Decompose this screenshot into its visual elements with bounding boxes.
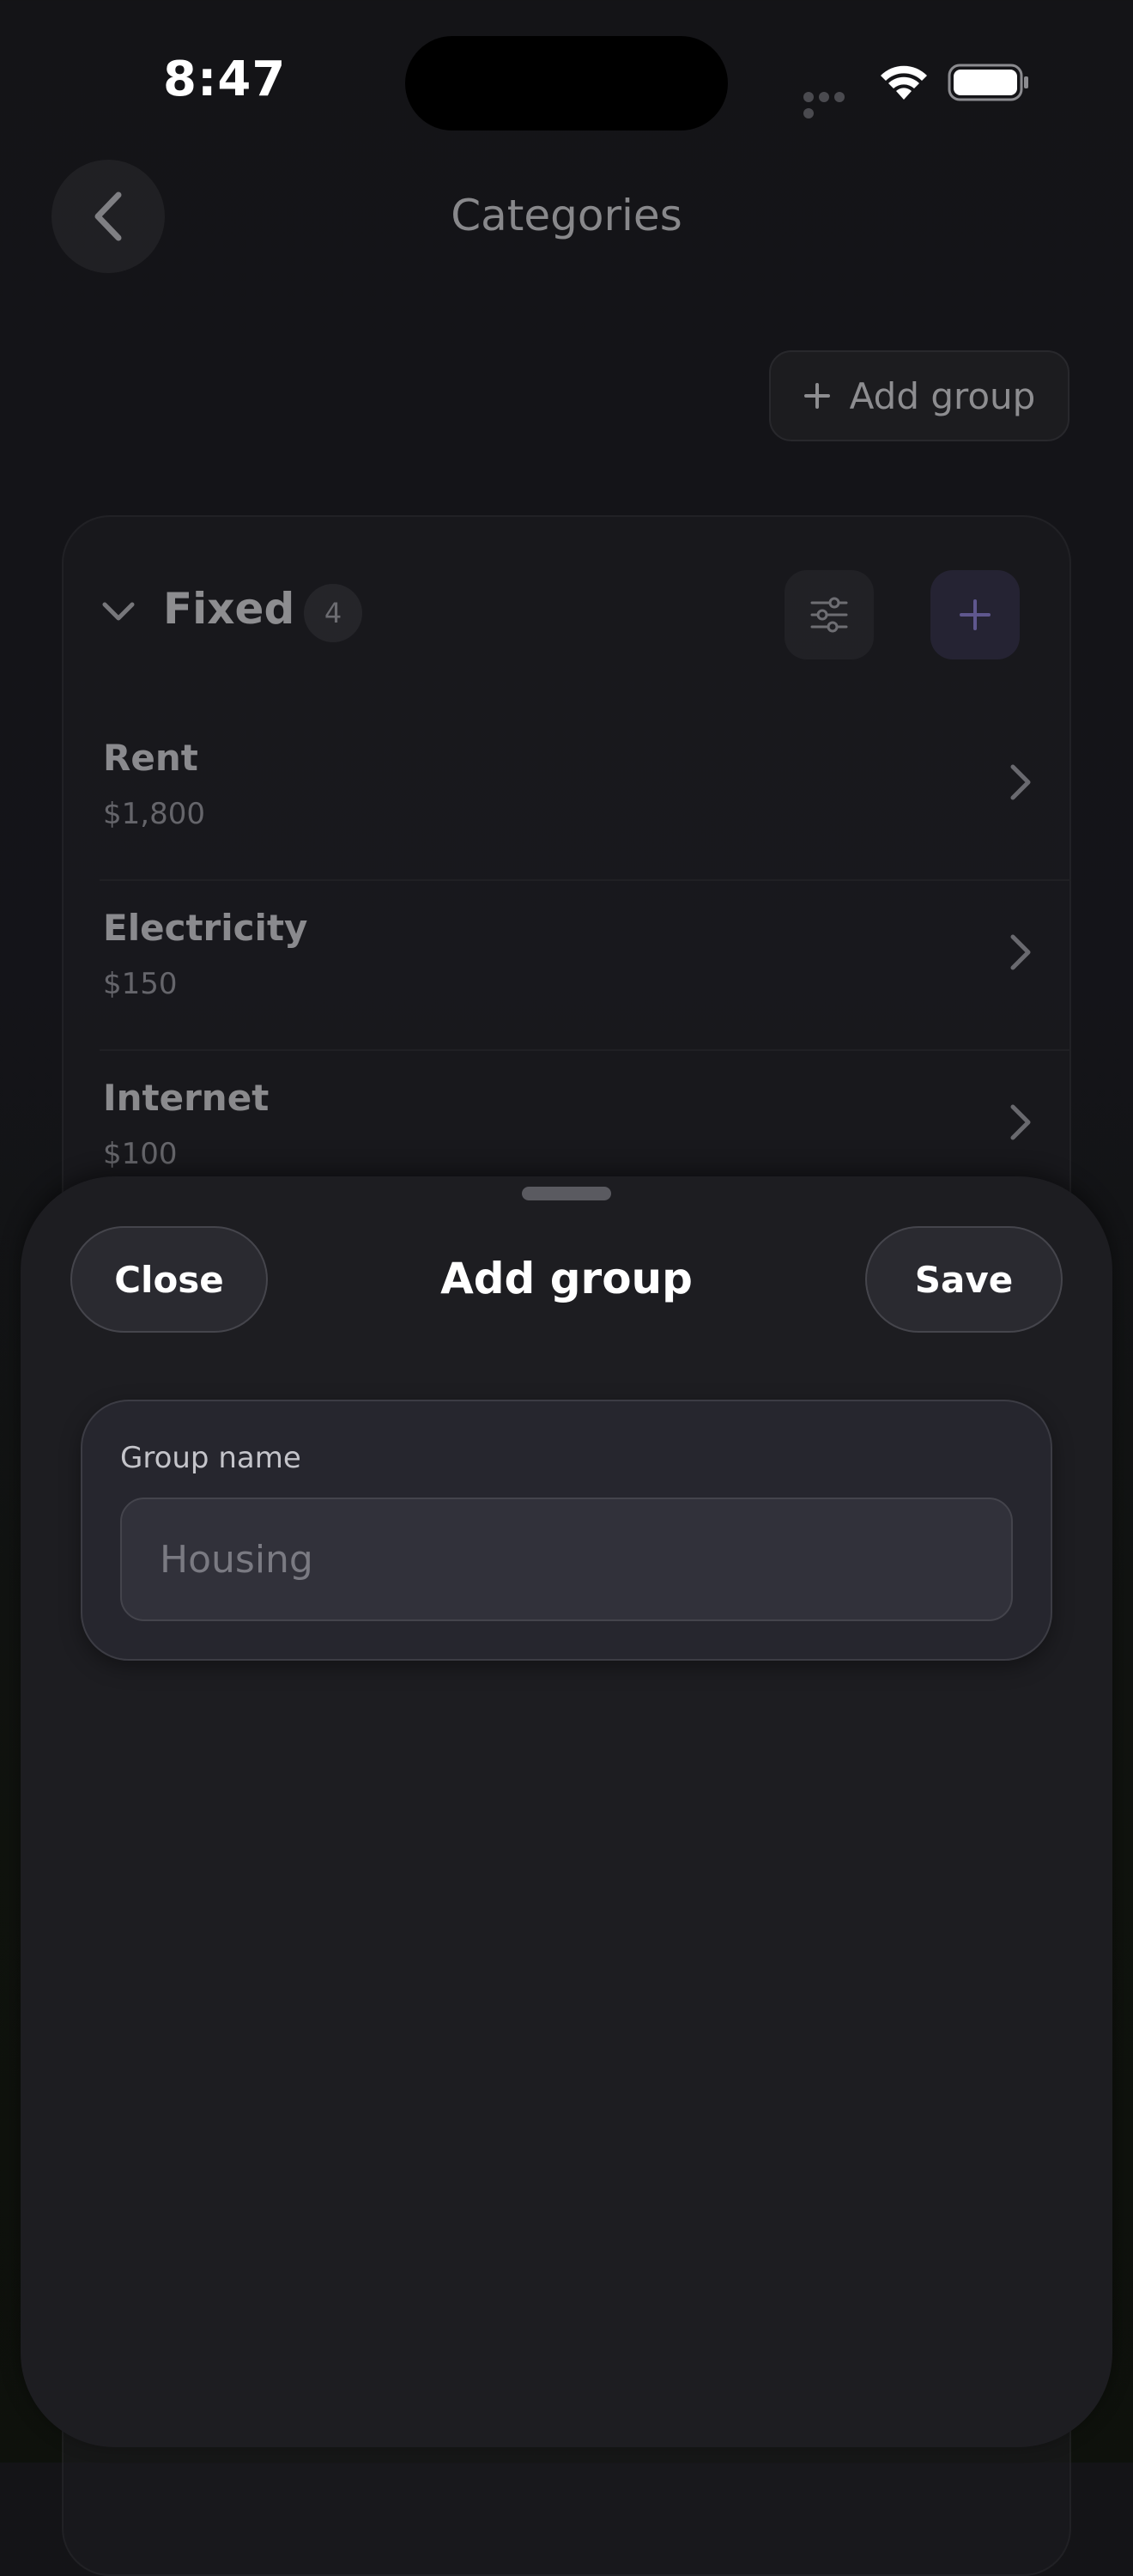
plus-icon <box>803 383 830 409</box>
group-name-label: Group name <box>120 1441 301 1475</box>
chevron-right-icon <box>1010 934 1031 970</box>
add-group-label: Add group <box>849 374 1036 417</box>
group-name-input[interactable] <box>120 1498 1013 1621</box>
category-name: Rent <box>103 737 198 779</box>
category-amount: $100 <box>103 1137 178 1171</box>
category-name: Electricity <box>103 907 308 949</box>
category-amount: $150 <box>103 967 178 1001</box>
add-group-sheet <box>21 1176 1112 2447</box>
plus-icon <box>960 599 991 630</box>
category-amount: $1,800 <box>103 797 205 831</box>
category-name: Internet <box>103 1077 270 1119</box>
group-count-badge: 4 <box>304 584 362 642</box>
chevron-right-icon <box>1010 764 1031 800</box>
page-title: Categories <box>451 191 682 240</box>
sliders-icon <box>810 597 848 633</box>
save-button[interactable]: Save <box>865 1226 1063 1333</box>
sheet-grabber[interactable] <box>522 1187 611 1200</box>
add-group-button[interactable]: Add group <box>769 350 1069 441</box>
add-category-button[interactable] <box>930 570 1020 659</box>
group-title: Fixed <box>163 584 295 634</box>
chevron-down-icon[interactable] <box>101 599 136 625</box>
category-row[interactable]: Electricity $150 <box>62 881 1071 1051</box>
category-row[interactable]: Rent $1,800 <box>62 711 1071 881</box>
group-settings-button[interactable] <box>785 570 874 659</box>
chevron-right-icon <box>1010 1104 1031 1140</box>
